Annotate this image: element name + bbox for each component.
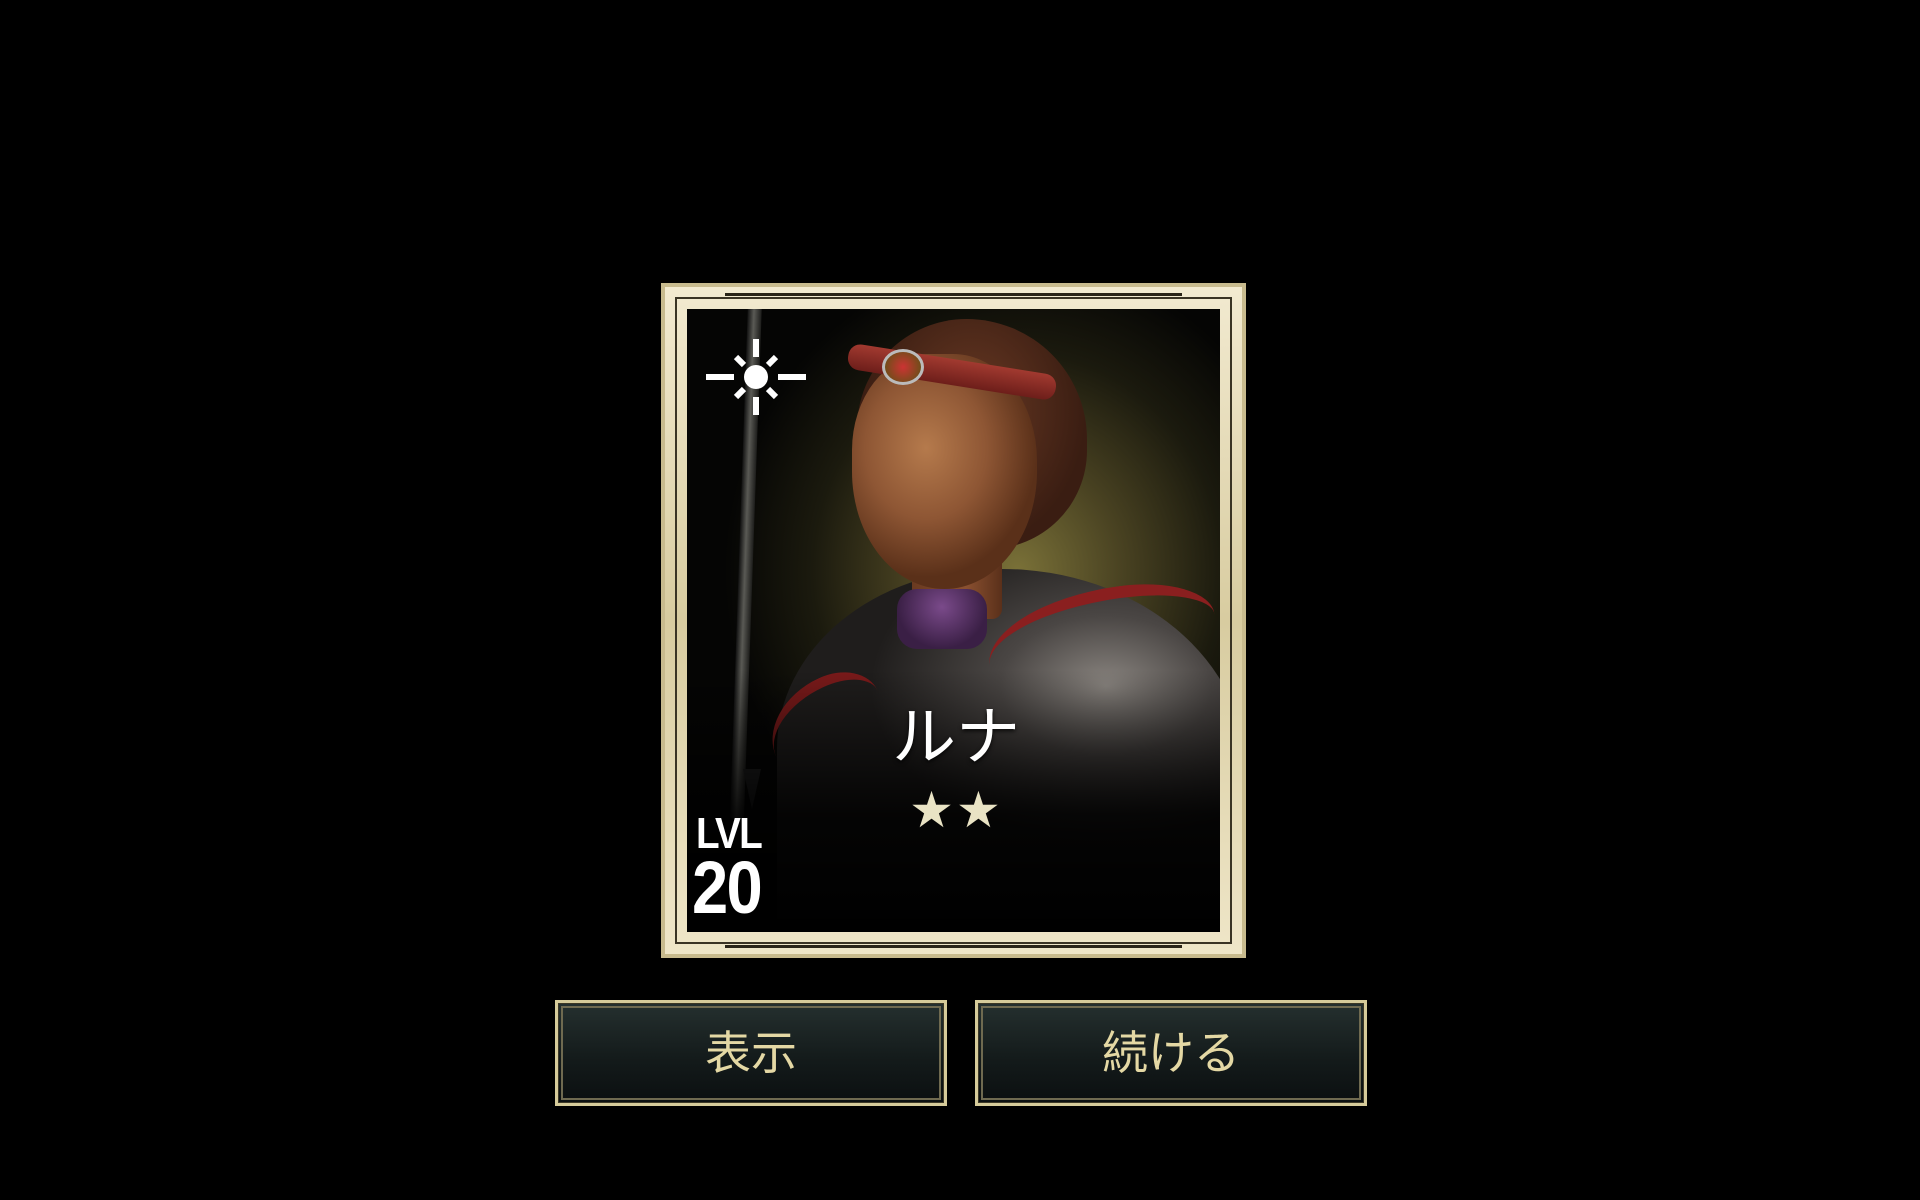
hero-collar: [897, 589, 987, 649]
headband-gem: [882, 349, 924, 385]
view-button[interactable]: 表示: [555, 1000, 947, 1106]
card-trim-top: [725, 293, 1182, 296]
hero-name: ルナ: [892, 701, 1020, 775]
sun-icon: [706, 339, 806, 415]
level-value: 20: [692, 846, 763, 929]
card-trim-bottom: [725, 945, 1182, 948]
hero-star-rating: ★★: [909, 781, 1003, 839]
continue-button[interactable]: 続ける: [975, 1000, 1367, 1106]
